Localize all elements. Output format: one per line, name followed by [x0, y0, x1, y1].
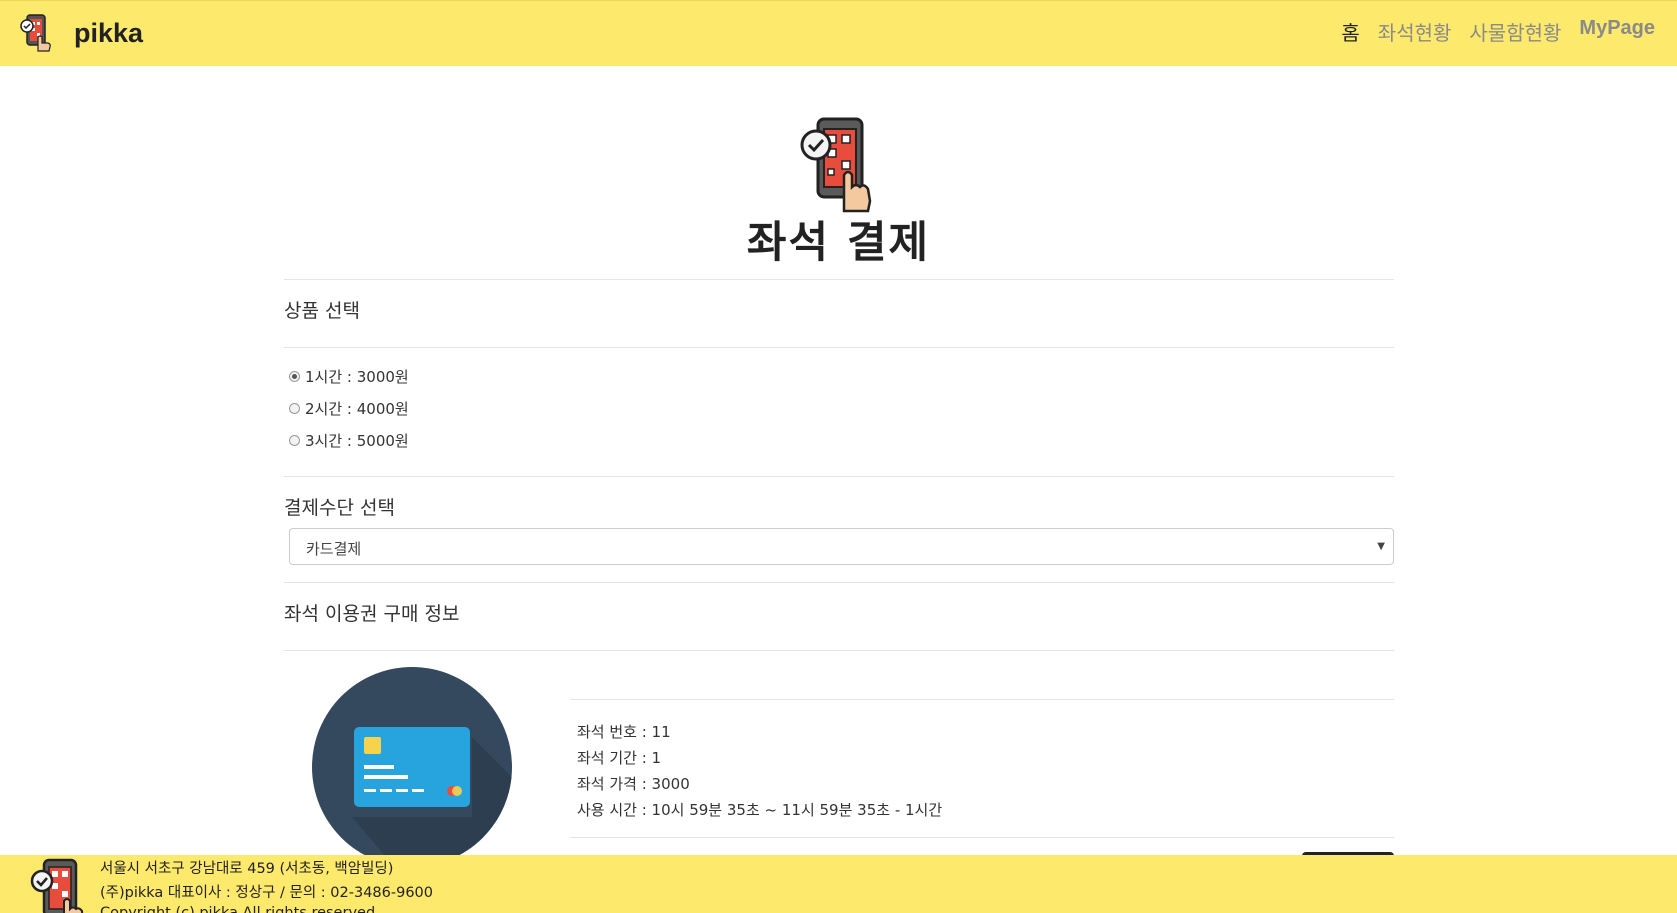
seat-price: 좌석 가격 : 3000 [577, 775, 690, 793]
footer-copyright: Copyright (c) pikka All rights reserved. [100, 905, 380, 913]
radio-button[interactable] [289, 403, 300, 414]
top-navbar: pikka 홈 좌석현황 사물함현황 MyPage [0, 0, 1677, 66]
product-option-label: 2시간 : 4000원 [305, 400, 409, 418]
payment-method-select[interactable]: 카드결제 ▼ [289, 528, 1394, 565]
purchase-info-label: 좌석 이용권 구매 정보 [284, 603, 460, 625]
payment-method-value: 카드결제 [306, 540, 362, 558]
brand[interactable]: pikka [20, 13, 143, 53]
product-option-label: 3시간 : 5000원 [305, 432, 409, 450]
nav-seat-status[interactable]: 좌석현황 [1378, 17, 1452, 46]
credit-card-icon [312, 667, 512, 867]
chevron-down-icon: ▼ [1377, 541, 1385, 552]
nav-home[interactable]: 홈 [1341, 17, 1359, 46]
seat-period: 좌석 기간 : 1 [577, 749, 662, 767]
nav-locker-status[interactable]: 사물함현황 [1469, 17, 1561, 46]
radio-button[interactable] [289, 371, 300, 382]
divider [284, 347, 1394, 348]
product-option-1h[interactable]: 1시간 : 3000원 [289, 366, 409, 387]
product-option-3h[interactable]: 3시간 : 5000원 [289, 430, 409, 451]
phone-qr-hand-icon [20, 14, 51, 52]
footer: 서울시 서초구 강남대로 459 (서초동, 백암빌딩) (주)pikka 대표… [0, 855, 1677, 913]
radio-button[interactable] [289, 435, 300, 446]
phone-qr-hand-icon [800, 117, 872, 213]
divider [284, 582, 1394, 583]
usage-time: 사용 시간 : 10시 59분 35초 ~ 11시 59분 35초 - 1시간 [577, 801, 943, 819]
divider [570, 699, 1394, 700]
footer-company: (주)pikka 대표이사 : 정상구 / 문의 : 02-3486-9600 [100, 885, 434, 901]
phone-qr-hand-icon [30, 858, 84, 913]
page-title: 좌석 결제 [746, 218, 931, 268]
divider [570, 837, 1394, 838]
product-option-2h[interactable]: 2시간 : 4000원 [289, 398, 409, 419]
product-option-label: 1시간 : 3000원 [305, 368, 409, 386]
divider [284, 279, 1394, 280]
product-section-label: 상품 선택 [284, 300, 360, 322]
nav-mypage[interactable]: MyPage [1579, 17, 1655, 46]
nav-links: 홈 좌석현황 사물함현황 MyPage [1341, 17, 1655, 46]
divider [284, 650, 1394, 651]
seat-number: 좌석 번호 : 11 [577, 723, 671, 741]
brand-name: pikka [74, 17, 144, 48]
payment-section-label: 결제수단 선택 [284, 497, 395, 519]
divider [284, 476, 1394, 477]
footer-address: 서울시 서초구 강남대로 459 (서초동, 백암빌딩) [100, 861, 394, 877]
